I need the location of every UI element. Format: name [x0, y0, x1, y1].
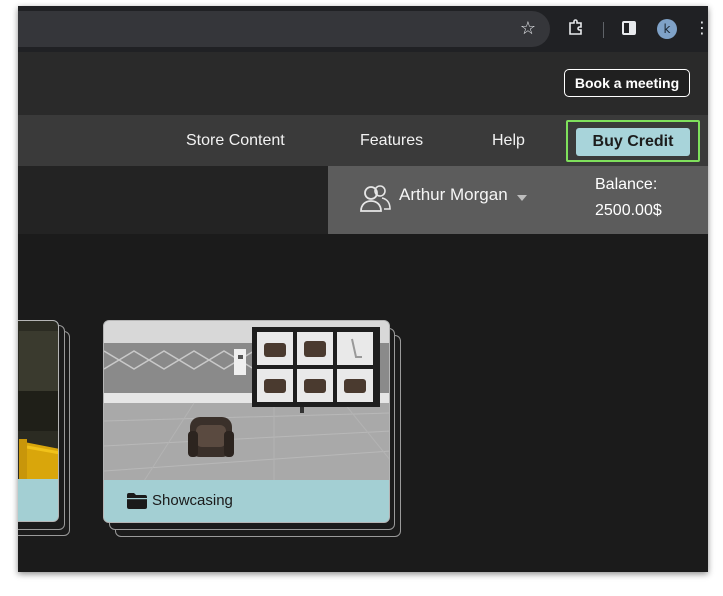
main-nav: Store Content Features Help Buy Credit	[18, 115, 708, 166]
toolbar-divider	[603, 22, 604, 38]
balance-value: 2500.00$	[595, 202, 662, 219]
user-account-bar: Arthur Morgan Balance: 2500.00$	[328, 166, 708, 234]
nav-item-help[interactable]: Help	[492, 115, 525, 166]
content-card[interactable]	[18, 320, 59, 522]
chevron-down-icon[interactable]	[517, 195, 527, 201]
browser-toolbar: ☆ k ⋮	[18, 6, 708, 52]
profile-avatar[interactable]: k	[657, 19, 677, 39]
extensions-icon[interactable]	[567, 18, 585, 36]
side-panel-icon[interactable]	[622, 21, 636, 35]
folder-icon	[127, 493, 147, 509]
card-label: Showcasing	[152, 492, 233, 509]
card-thumbnail	[18, 321, 58, 481]
nav-item-store-content[interactable]: Store Content	[186, 115, 285, 166]
showcasing-card[interactable]: Showcasing	[103, 320, 390, 523]
address-bar[interactable]: ☆	[18, 11, 550, 47]
user-name-dropdown[interactable]: Arthur Morgan	[399, 185, 508, 205]
card-footer	[18, 479, 58, 521]
bookmark-star-icon[interactable]: ☆	[518, 19, 538, 39]
site-header: Book a meeting	[18, 52, 708, 115]
user-strip-spacer	[18, 166, 328, 234]
book-meeting-button[interactable]: Book a meeting	[564, 69, 690, 97]
users-icon	[360, 185, 391, 212]
buy-credit-highlight: Buy Credit	[566, 120, 700, 162]
nav-item-features[interactable]: Features	[360, 115, 423, 166]
card-footer: Showcasing	[104, 480, 389, 522]
buy-credit-button[interactable]: Buy Credit	[576, 128, 690, 156]
browser-window: ☆ k ⋮ Book a meeting Store Content Featu…	[18, 6, 708, 572]
more-menu-icon[interactable]: ⋮	[694, 18, 708, 38]
card-thumbnail	[104, 321, 389, 481]
balance-label: Balance:	[595, 176, 658, 193]
